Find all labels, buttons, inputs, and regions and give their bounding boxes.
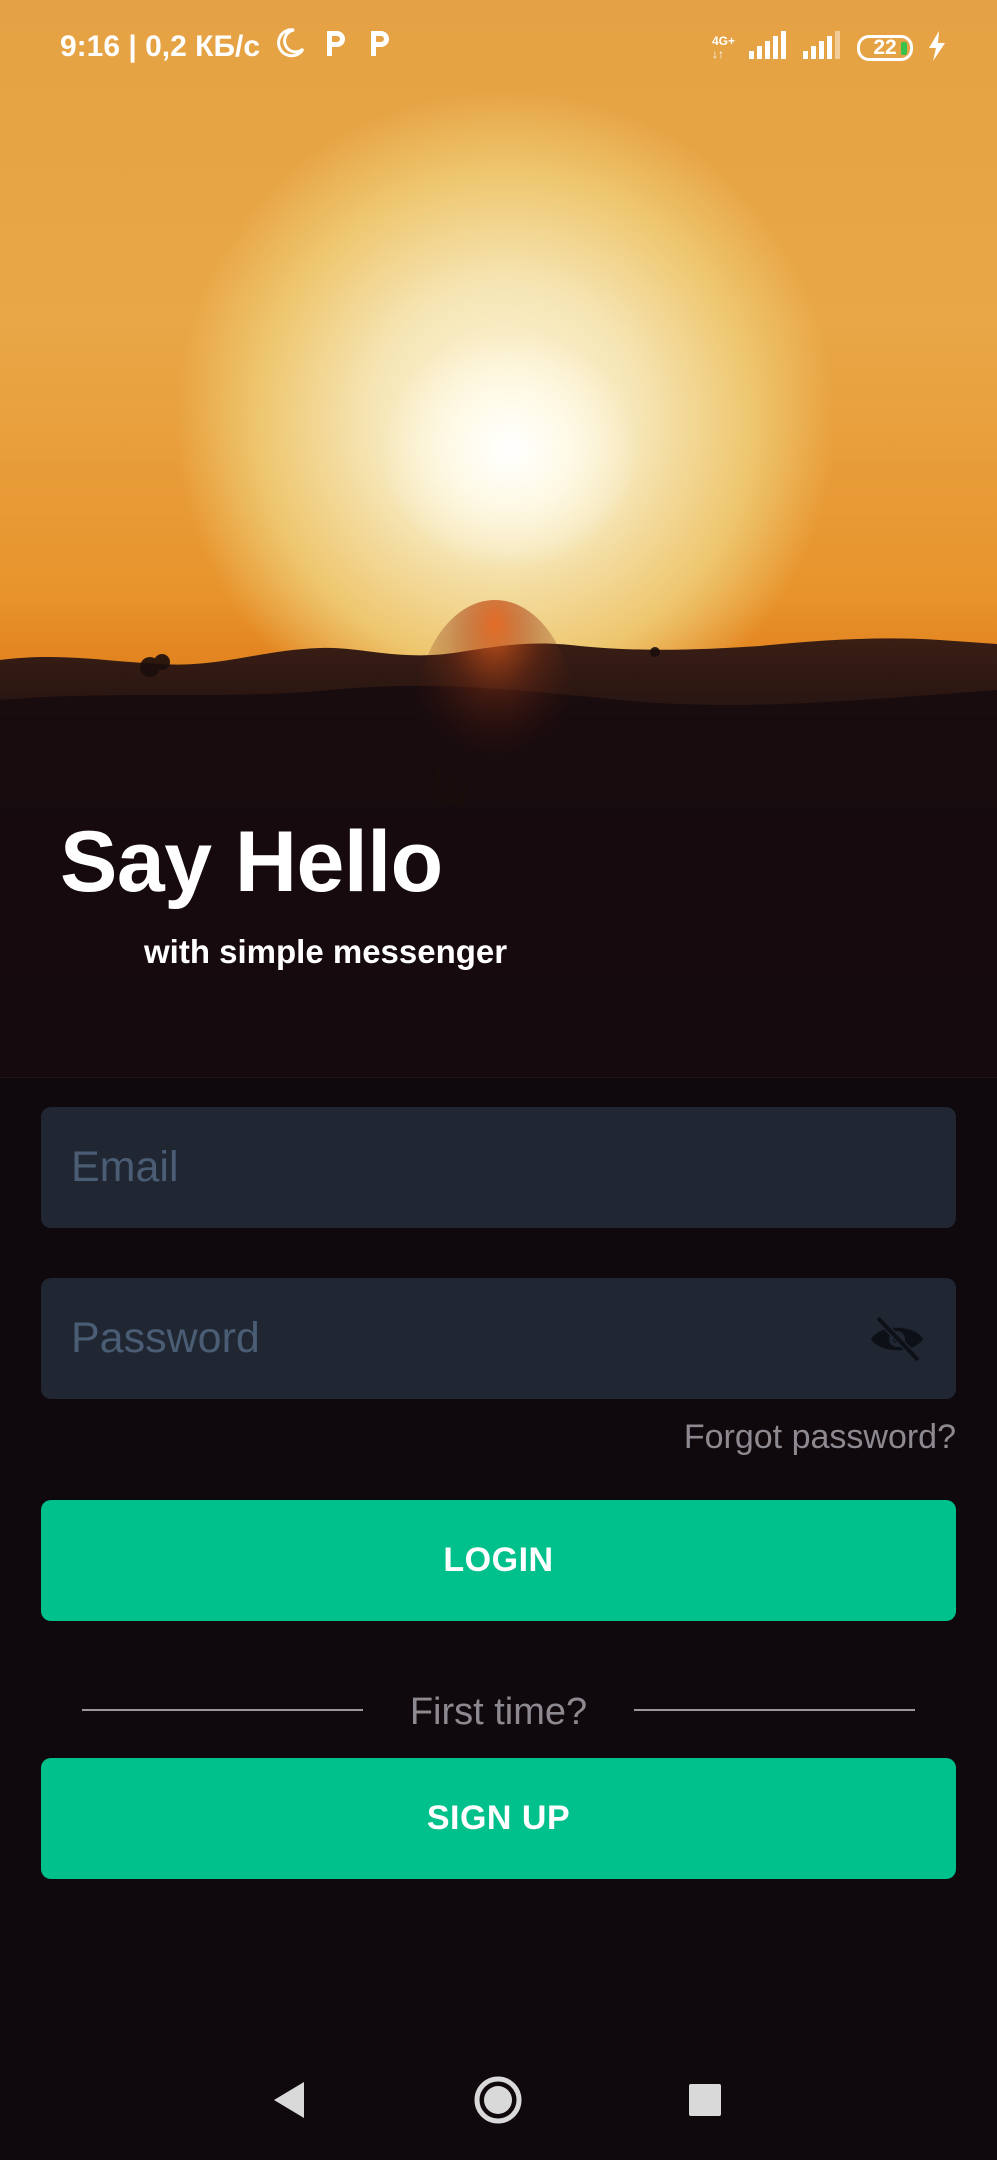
email-input[interactable]: [71, 1107, 871, 1228]
navigation-bar: [0, 2040, 997, 2160]
status-time-speed: 9:16 | 0,2 КБ/с: [60, 30, 261, 63]
charging-icon: [927, 30, 947, 66]
recents-icon[interactable]: [675, 2074, 735, 2126]
email-field-container: [41, 1107, 956, 1228]
hero-sunset-image: Say Hello with simple messenger: [0, 0, 997, 1078]
p-app-icon: [364, 27, 394, 67]
forgot-password-link[interactable]: Forgot password?: [684, 1416, 956, 1458]
home-icon[interactable]: [468, 2074, 528, 2126]
status-left: 9:16 | 0,2 КБ/с: [60, 26, 394, 68]
status-right: 4G+ ↓↑ 22: [712, 30, 947, 66]
login-button[interactable]: LOGIN: [41, 1500, 956, 1621]
moon-icon: [274, 27, 306, 67]
signup-button[interactable]: SIGN UP: [41, 1758, 956, 1879]
login-screen: Say Hello with simple messenger 9:16 | 0…: [0, 0, 997, 2160]
separator-line-right: [634, 1709, 915, 1711]
status-bar: 9:16 | 0,2 КБ/с 4G+ ↓↑ 22: [0, 0, 997, 92]
password-input[interactable]: [71, 1278, 871, 1399]
p-app-icon: [320, 27, 350, 67]
network-activity-label: ↓↑: [711, 47, 724, 61]
page-title: Say Hello: [60, 814, 443, 910]
back-icon[interactable]: [258, 2074, 318, 2126]
page-subtitle: with simple messenger: [144, 933, 508, 970]
dune-silhouette: [0, 600, 997, 1078]
password-field-container: [41, 1278, 956, 1399]
signal-icon: [803, 30, 843, 66]
battery-level: 22: [873, 36, 897, 59]
battery-icon: 22: [857, 35, 913, 61]
first-time-label: First time?: [409, 1691, 588, 1733]
hero-divider: [0, 1077, 997, 1078]
eye-off-icon[interactable]: [868, 1314, 926, 1364]
signal-icon: [749, 30, 789, 66]
network-type: 4G+ ↓↑: [712, 35, 735, 61]
